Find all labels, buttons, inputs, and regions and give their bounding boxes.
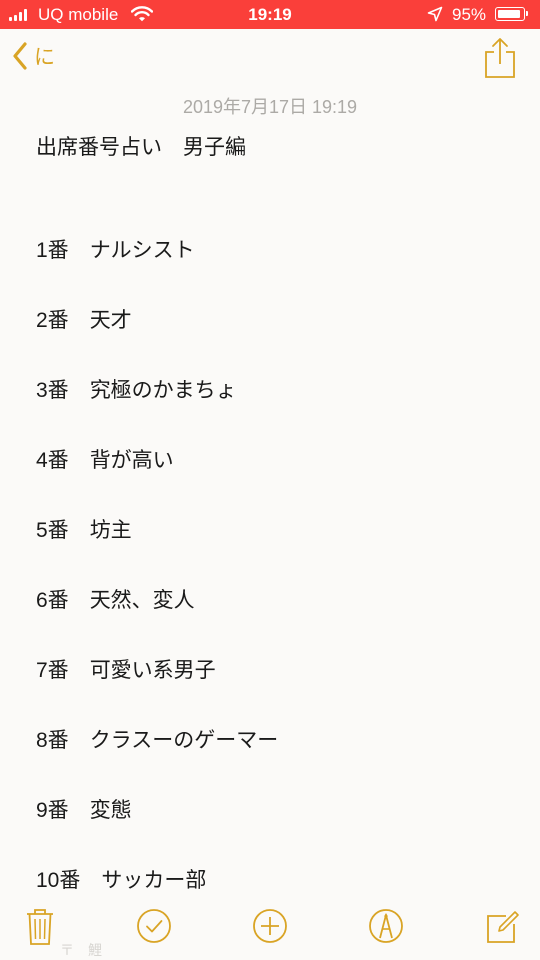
line-text: 可愛い系男子	[89, 658, 216, 682]
line-text: 背が高い	[89, 448, 174, 472]
line-text: ナルシスト	[89, 238, 195, 262]
line-number: 9番	[36, 799, 69, 822]
line-text: 究極のかまちょ	[89, 378, 237, 402]
note-line: 2番 天才	[36, 306, 278, 376]
line-number: 1番	[36, 239, 69, 262]
line-number: 5番	[36, 519, 69, 542]
add-icon[interactable]	[252, 908, 288, 944]
markup-icon[interactable]	[368, 908, 404, 944]
note-date: 2019年7月17日 19:19	[182, 97, 358, 117]
line-text: サッカー部	[101, 868, 207, 892]
note-title[interactable]: 出席番号占い 男子編	[36, 131, 246, 161]
back-label: に	[34, 45, 55, 69]
battery-cap	[526, 11, 528, 16]
share-icon[interactable]	[484, 37, 516, 79]
note-line: 7番 可愛い系男子	[36, 656, 278, 726]
line-text: 天才	[89, 308, 132, 332]
line-number: 7番	[36, 659, 69, 682]
line-number: 8番	[36, 729, 69, 752]
line-text: 天然、変人	[89, 588, 195, 612]
note-line: 6番 天然、変人	[36, 586, 278, 656]
bottom-toolbar	[0, 900, 540, 960]
compose-icon[interactable]	[486, 908, 520, 944]
battery-icon	[495, 7, 528, 21]
note-line: 3番 究極のかまちょ	[36, 376, 278, 446]
note-line: 8番 クラスーのゲーマー	[36, 726, 278, 796]
nav-bar: に	[0, 29, 540, 91]
status-bar: UQ mobile 19:19 95%	[0, 0, 540, 29]
back-button[interactable]: に	[12, 41, 55, 71]
battery-fill	[498, 10, 520, 18]
line-text: クラスーのゲーマー	[89, 728, 279, 752]
note-line: 9番 変態	[36, 796, 278, 866]
line-text: 坊主	[89, 518, 132, 542]
line-number: 2番	[36, 309, 69, 332]
line-number: 10番	[36, 869, 81, 892]
line-text: 変態	[89, 798, 132, 822]
checklist-icon[interactable]	[136, 908, 172, 944]
note-line: 5番 坊主	[36, 516, 278, 586]
note-body[interactable]: 1番 ナルシスト 2番 天才 3番 究極のかまちょ 4番 背が高い 5番 坊主 6番 天然…	[36, 236, 278, 936]
line-number: 6番	[36, 589, 69, 612]
battery-percent: 95%	[452, 5, 487, 24]
note-line: 4番 背が高い	[36, 446, 278, 516]
line-number: 3番	[36, 379, 69, 402]
line-number: 4番	[36, 449, 69, 472]
chevron-left-icon	[13, 42, 27, 70]
trash-icon[interactable]	[26, 908, 54, 946]
location-arrow-icon	[427, 6, 443, 22]
note-line: 1番 ナルシスト	[36, 236, 278, 306]
